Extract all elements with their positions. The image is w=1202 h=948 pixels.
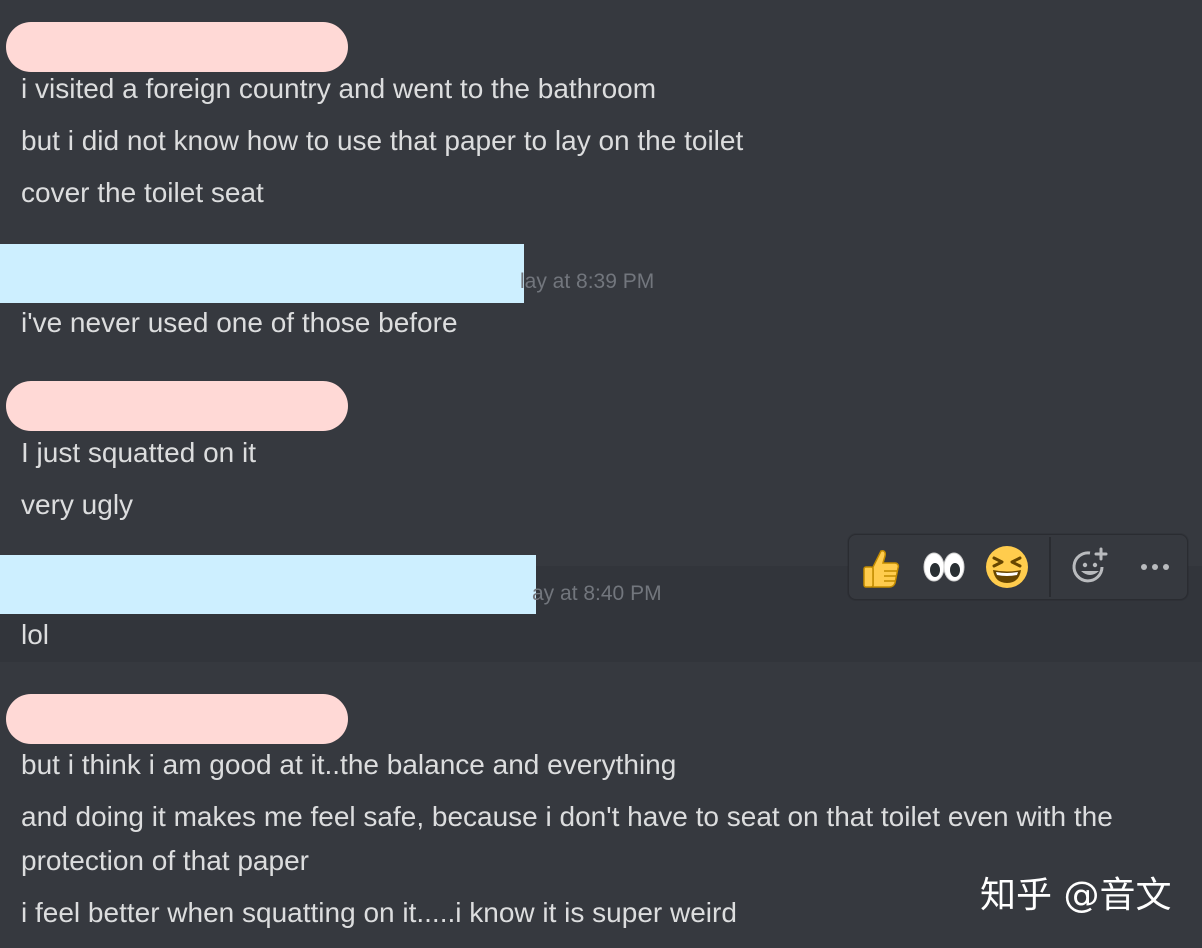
message-text: very ugly xyxy=(21,489,134,520)
message-text: and doing it makes me feel safe, because… xyxy=(21,801,1113,876)
chat-view: i visited a foreign country and went to … xyxy=(0,0,1202,948)
thumbs-up-icon[interactable] xyxy=(857,543,905,591)
watermark: 知乎 @音文 xyxy=(980,875,1172,916)
redacted-username xyxy=(6,694,348,744)
message-actions-bar xyxy=(848,534,1188,600)
redacted-username xyxy=(0,555,536,614)
message-text: lol xyxy=(21,619,50,650)
message-text: but i did not know how to use that paper… xyxy=(21,125,744,156)
redacted-username xyxy=(0,244,524,303)
message-text: i've never used one of those before xyxy=(21,307,458,338)
add-reaction-icon[interactable] xyxy=(1066,543,1114,591)
eyes-icon[interactable] xyxy=(920,543,968,591)
laughing-face-icon[interactable] xyxy=(983,543,1031,591)
message-text: cover the toilet seat xyxy=(21,177,264,208)
message-text: I just squatted on it xyxy=(21,437,257,468)
message-timestamp: ay at 8:40 PM xyxy=(532,582,662,605)
redacted-username xyxy=(6,22,348,72)
actions-divider xyxy=(1049,537,1051,597)
message-text: but i think i am good at it..the balance… xyxy=(21,749,677,780)
more-options-icon[interactable] xyxy=(1131,543,1179,591)
message-text: i feel better when squatting on it.....i… xyxy=(21,897,737,928)
message-text: i visited a foreign country and went to … xyxy=(21,73,657,104)
message-timestamp: lay at 8:39 PM xyxy=(520,270,655,293)
redacted-username xyxy=(6,381,348,431)
